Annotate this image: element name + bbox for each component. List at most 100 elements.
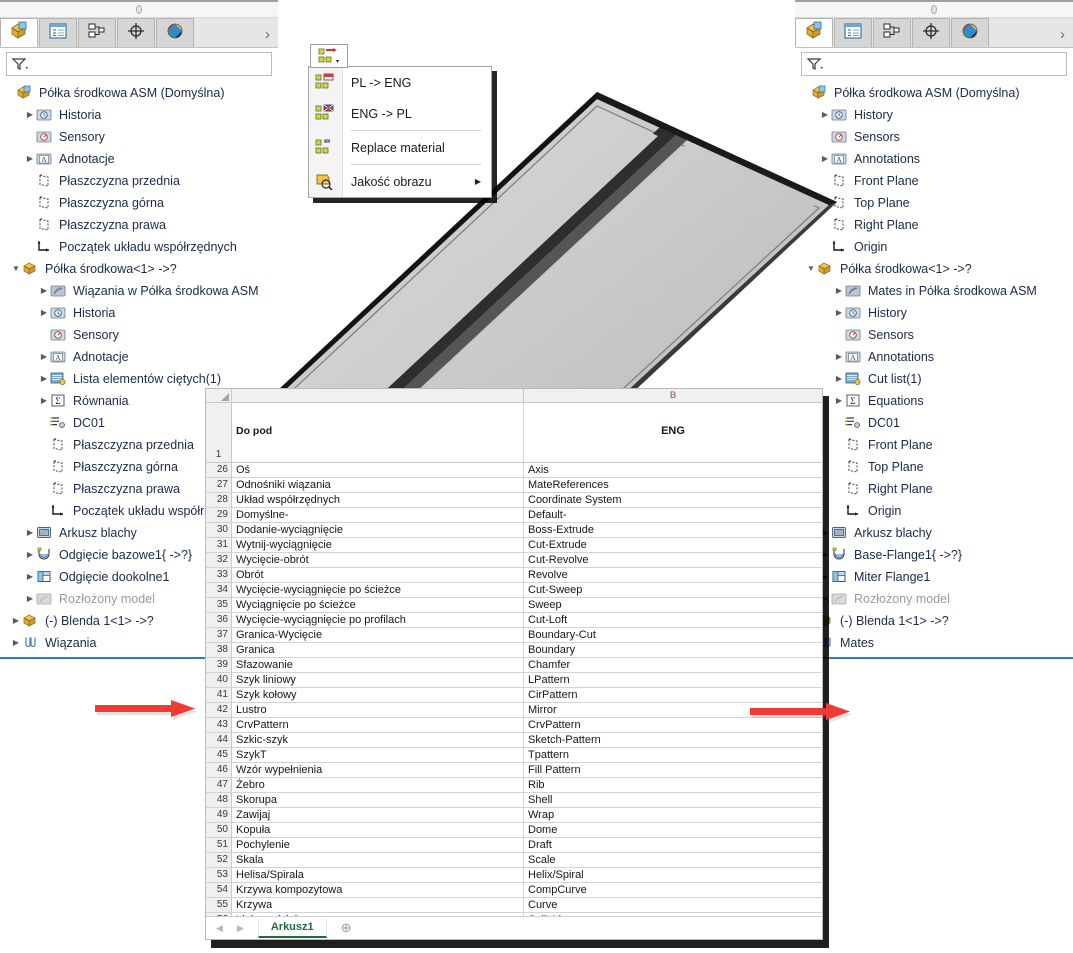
tree-item[interactable]: Wiązania w Półka środkowa ASM — [4, 280, 278, 302]
right-tabs-more-icon[interactable]: › — [1060, 27, 1065, 42]
select-all-corner-icon[interactable] — [206, 389, 232, 402]
cell-pl[interactable]: Krzywa — [232, 898, 524, 912]
cell-eng[interactable]: Boss-Extrude — [524, 523, 822, 537]
tree-item[interactable]: Base-Flange1{ ->?} — [799, 544, 1073, 566]
tree-root-node[interactable]: Półka środkowa ASM (Domyślna) — [799, 82, 1073, 104]
table-row[interactable]: 34 Wycięcie-wyciągnięcie po ścieżce Cut-Sw… — [206, 583, 822, 598]
cell-pl[interactable]: Wyciągnięcie po ścieżce — [232, 598, 524, 612]
table-row[interactable]: 32 Wycięcie-obrót Cut-Revolve — [206, 553, 822, 568]
menu-item[interactable]: Replace material — [309, 132, 491, 163]
header-cell-b[interactable]: ENG — [524, 403, 822, 462]
twisty-icon[interactable] — [10, 617, 22, 625]
row-number[interactable]: 41 — [206, 688, 232, 702]
row-number[interactable]: 44 — [206, 733, 232, 747]
row-number[interactable]: 53 — [206, 868, 232, 882]
cell-pl[interactable]: Szkic-szyk — [232, 733, 524, 747]
cell-eng[interactable]: Fill Pattern — [524, 763, 822, 777]
tree-item[interactable]: Mates — [799, 632, 1073, 654]
cell-eng[interactable]: Shell — [524, 793, 822, 807]
row-number[interactable]: 28 — [206, 493, 232, 507]
table-row[interactable]: 30 Dodanie-wyciągnięcie Boss-Extrude — [206, 523, 822, 538]
column-header-b[interactable]: B — [524, 389, 822, 402]
cell-eng[interactable]: Cut-Sweep — [524, 583, 822, 597]
spreadsheet-rows[interactable]: 26 Oś Axis 27 Odnośniki wiązania MateReferenc… — [206, 463, 822, 928]
tree-item[interactable]: Płaszczyzna przednia — [4, 170, 278, 192]
cell-eng[interactable]: Curve — [524, 898, 822, 912]
table-row[interactable]: 38 Granica Boundary — [206, 643, 822, 658]
table-row[interactable]: 31 Wytnij-wyciągnięcie Cut-Extrude — [206, 538, 822, 553]
cell-pl[interactable]: Zawijaj — [232, 808, 524, 822]
twisty-icon[interactable] — [24, 573, 36, 581]
tree-item[interactable]: Półka środkowa<1> ->? — [799, 258, 1073, 280]
column-header-a[interactable] — [232, 389, 524, 402]
cell-pl[interactable]: Wytnij-wyciągnięcie — [232, 538, 524, 552]
table-row[interactable]: 45 SzykT Tpattern — [206, 748, 822, 763]
tab-display-manager[interactable] — [951, 18, 989, 47]
row-number[interactable]: 51 — [206, 838, 232, 852]
cell-eng[interactable]: Boundary — [524, 643, 822, 657]
twisty-icon[interactable] — [24, 155, 36, 163]
table-row[interactable]: 52 Skala Scale — [206, 853, 822, 868]
twisty-icon[interactable] — [38, 287, 50, 295]
cell-pl[interactable]: Wzór wypełnienia — [232, 763, 524, 777]
tree-item[interactable]: Arkusz blachy — [799, 522, 1073, 544]
row-number[interactable]: 30 — [206, 523, 232, 537]
row-number[interactable]: 54 — [206, 883, 232, 897]
table-row[interactable]: 36 Wycięcie-wyciągnięcie po profilach Cut-… — [206, 613, 822, 628]
table-row[interactable]: 54 Krzywa kompozytowa CompCurve — [206, 883, 822, 898]
cell-eng[interactable]: Sketch-Pattern — [524, 733, 822, 747]
cell-pl[interactable]: Oś — [232, 463, 524, 477]
left-panel-grip[interactable] — [0, 0, 278, 18]
cell-pl[interactable]: Skala — [232, 853, 524, 867]
twisty-icon[interactable] — [24, 595, 36, 603]
table-row[interactable]: 51 Pochylenie Draft — [206, 838, 822, 853]
sheet-nav-prev-icon[interactable]: ◀ — [216, 923, 223, 934]
table-row[interactable]: 39 Sfazowanie Chamfer — [206, 658, 822, 673]
tree-root-node[interactable]: Półka środkowa ASM (Domyślna) — [4, 82, 278, 104]
cell-eng[interactable]: Boundary-Cut — [524, 628, 822, 642]
tree-item[interactable]: Rozłożony model — [799, 588, 1073, 610]
tab-dimxpert-manager[interactable] — [912, 18, 950, 47]
tab-property-manager[interactable] — [39, 18, 77, 47]
cell-eng[interactable]: MateReferences — [524, 478, 822, 492]
tab-property-manager[interactable] — [834, 18, 872, 47]
row-number[interactable]: 38 — [206, 643, 232, 657]
sheet-nav-arrows[interactable]: ◀ ▶ — [206, 923, 258, 934]
tree-item[interactable]: Mates in Półka środkowa ASM — [799, 280, 1073, 302]
tree-item[interactable]: AAnnotations — [799, 148, 1073, 170]
tree-item[interactable]: Front Plane — [799, 434, 1073, 456]
twisty-icon[interactable] — [24, 111, 36, 119]
tree-item[interactable]: AAnnotations — [799, 346, 1073, 368]
tree-item[interactable]: Płaszczyzna górna — [4, 192, 278, 214]
table-row[interactable]: 27 Odnośniki wiązania MateReferences — [206, 478, 822, 493]
twisty-icon[interactable] — [24, 529, 36, 537]
twisty-icon[interactable] — [38, 353, 50, 361]
twisty-icon[interactable] — [38, 375, 50, 383]
tab-feature-manager-design-tree[interactable] — [0, 18, 38, 47]
row-number[interactable]: 35 — [206, 598, 232, 612]
row-number[interactable]: 36 — [206, 613, 232, 627]
cell-pl[interactable]: Kopuła — [232, 823, 524, 837]
table-row[interactable]: 46 Wzór wypełnienia Fill Pattern — [206, 763, 822, 778]
tree-item[interactable]: Lista elementów ciętych(1) — [4, 368, 278, 390]
cell-pl[interactable]: Pochylenie — [232, 838, 524, 852]
table-row[interactable]: 29 Domyślne- Default- — [206, 508, 822, 523]
context-menu[interactable]: PL -> ENG ENG -> PL Replace material Jakość… — [308, 66, 492, 198]
tree-item[interactable]: Sensors — [799, 324, 1073, 346]
cell-eng[interactable]: Dome — [524, 823, 822, 837]
cell-eng[interactable]: Helix/Spiral — [524, 868, 822, 882]
twisty-icon[interactable] — [38, 309, 50, 317]
cell-eng[interactable]: Scale — [524, 853, 822, 867]
row-number[interactable]: 47 — [206, 778, 232, 792]
cell-eng[interactable]: Rib — [524, 778, 822, 792]
cell-pl[interactable]: Wycięcie-wyciągnięcie po profilach — [232, 613, 524, 627]
tree-item[interactable]: Sensory — [4, 324, 278, 346]
row-number[interactable]: 45 — [206, 748, 232, 762]
cell-pl[interactable]: Krzywa kompozytowa — [232, 883, 524, 897]
row-number[interactable]: 40 — [206, 673, 232, 687]
translate-tree-toolbar-button[interactable] — [310, 44, 348, 68]
table-row[interactable]: 35 Wyciągnięcie po ścieżce Sweep — [206, 598, 822, 613]
tree-item[interactable]: Right Plane — [799, 214, 1073, 236]
table-row[interactable]: 42 Lustro Mirror — [206, 703, 822, 718]
tab-configuration-manager[interactable] — [78, 18, 116, 47]
